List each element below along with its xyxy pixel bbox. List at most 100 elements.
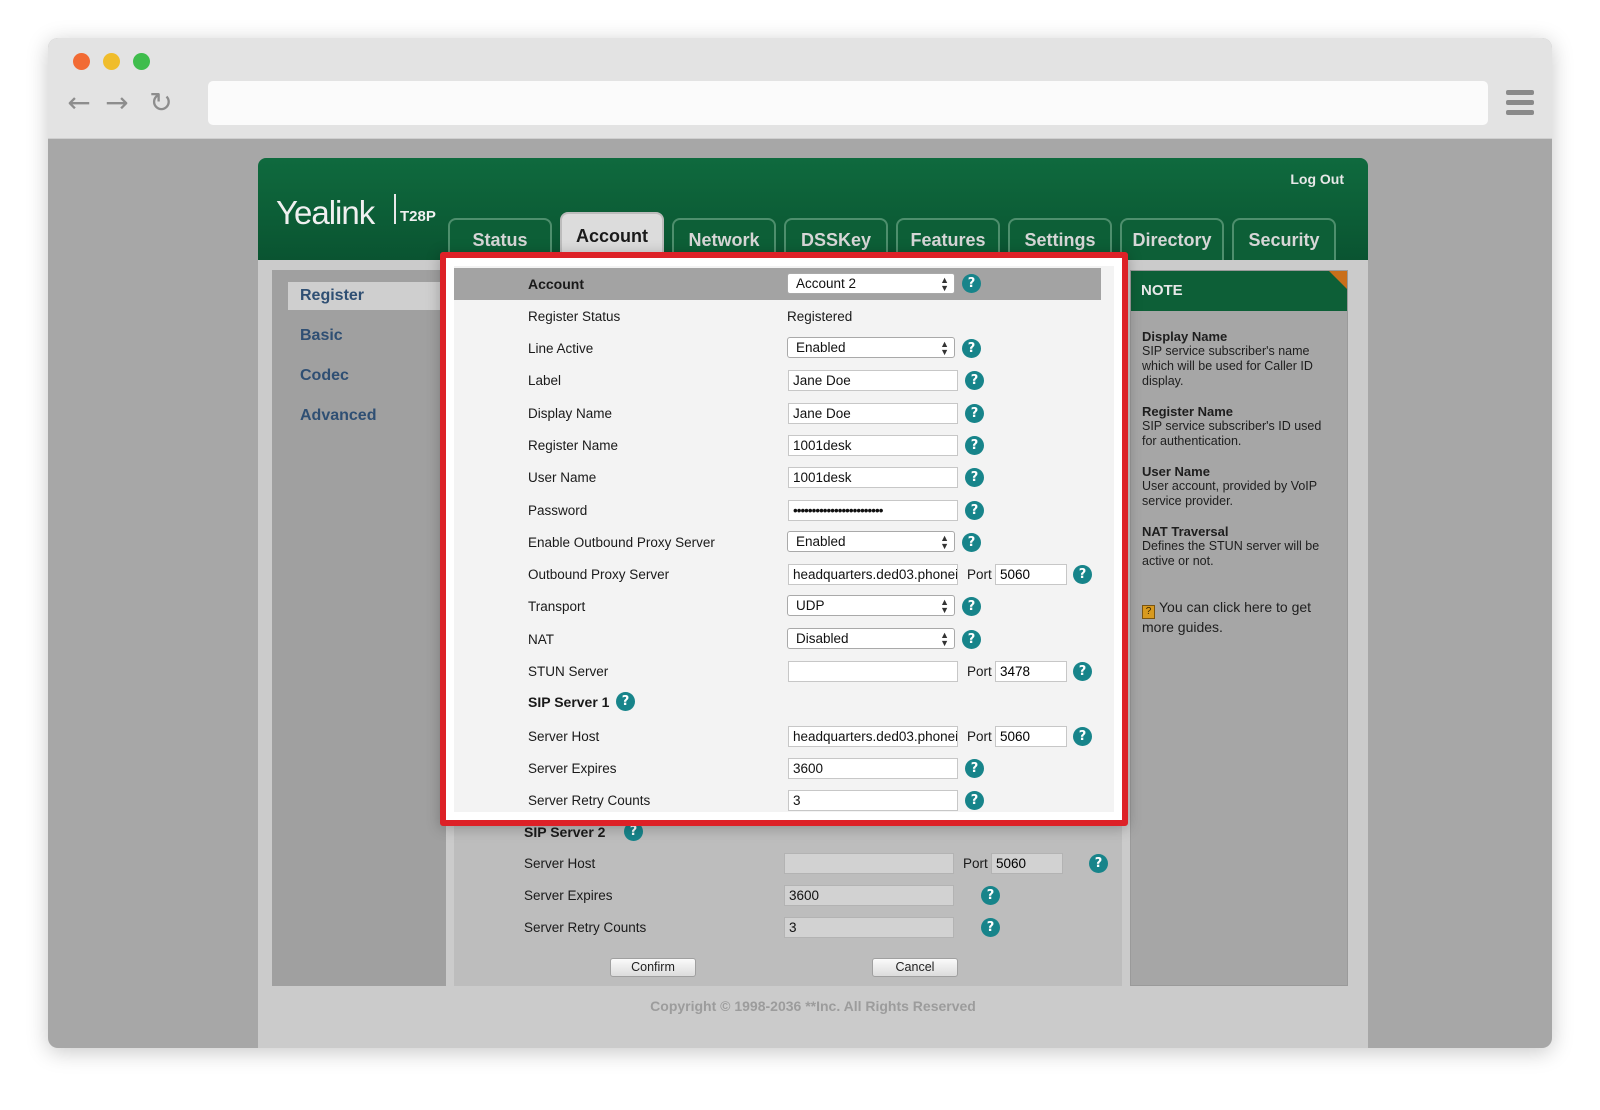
confirm-button[interactable]: Confirm xyxy=(610,958,696,977)
password-input[interactable]: •••••••••••••••••••••••• xyxy=(788,500,958,521)
sip1-port-label: Port xyxy=(967,729,992,744)
select-arrows-icon: ▲ ▼ xyxy=(940,275,949,293)
address-bar[interactable] xyxy=(208,81,1488,125)
sip2-host-input[interactable] xyxy=(784,853,954,874)
minimize-window-button[interactable] xyxy=(103,53,120,70)
sidebar-item-basic[interactable]: Basic xyxy=(288,322,448,350)
transport-select[interactable]: UDP ▲ ▼ xyxy=(787,595,955,616)
outbound-enable-select[interactable]: Enabled ▲ ▼ xyxy=(787,531,955,552)
sip-server-2-title: SIP Server 2 xyxy=(524,824,606,840)
help-icon[interactable]: ? xyxy=(1089,854,1108,873)
transport-label: Transport xyxy=(528,599,586,614)
outbound-enable-value: Enabled xyxy=(796,534,846,549)
nat-label: NAT xyxy=(528,632,554,647)
guide-book-icon: ? xyxy=(1142,605,1155,619)
nat-select[interactable]: Disabled ▲ ▼ xyxy=(787,628,955,649)
help-icon[interactable]: ? xyxy=(962,339,981,358)
note-entry-text: Defines the STUN server will be active o… xyxy=(1142,539,1320,568)
sip2-retry-label: Server Retry Counts xyxy=(524,920,647,935)
help-icon[interactable]: ? xyxy=(962,630,981,649)
line-active-select[interactable]: Enabled ▲ ▼ xyxy=(787,337,955,358)
close-window-button[interactable] xyxy=(73,53,90,70)
register-name-input[interactable]: 1001desk xyxy=(788,435,958,456)
note-fold-corner xyxy=(1329,271,1347,289)
note-title: NOTE xyxy=(1131,271,1347,311)
help-icon[interactable]: ? xyxy=(965,501,984,520)
register-status-label: Register Status xyxy=(528,309,621,324)
back-arrow-icon[interactable]: ← xyxy=(64,86,94,120)
help-icon[interactable]: ? xyxy=(1073,727,1092,746)
outbound-port-input[interactable]: 5060 xyxy=(995,564,1067,585)
help-icon[interactable]: ? xyxy=(965,468,984,487)
register-form: Account Account 2 ▲ ▼ ? Register Status Re… xyxy=(454,266,1114,812)
note-panel: NOTE Display Name SIP service subscriber… xyxy=(1130,270,1348,986)
select-arrows-icon: ▲ ▼ xyxy=(940,597,949,615)
sip2-port-input[interactable]: 5060 xyxy=(991,853,1063,874)
sip1-retry-label: Server Retry Counts xyxy=(528,793,651,808)
account-select-value: Account 2 xyxy=(796,276,857,291)
browser-chrome: ← → ↻ xyxy=(48,38,1552,139)
select-arrows-icon: ▲ ▼ xyxy=(940,533,949,551)
outbound-port-label: Port xyxy=(967,567,992,582)
label-input[interactable]: Jane Doe xyxy=(788,370,958,391)
help-icon[interactable]: ? xyxy=(962,533,981,552)
sip1-expires-input[interactable]: 3600 xyxy=(788,758,958,779)
sip1-host-input[interactable]: headquarters.ded03.phoneiq xyxy=(788,726,958,747)
brand-logo: Yealink xyxy=(276,194,375,231)
logout-link[interactable]: Log Out xyxy=(1290,171,1344,187)
copyright-footer: Copyright © 1998-2036 **Inc. All Rights … xyxy=(650,998,976,1014)
sidebar-item-register[interactable]: Register xyxy=(288,282,448,310)
help-icon[interactable]: ? xyxy=(1073,565,1092,584)
note-entry-title: Display Name xyxy=(1142,329,1228,344)
sip2-retry-input[interactable]: 3 xyxy=(784,917,954,938)
sip2-host-label: Server Host xyxy=(524,856,596,871)
help-icon[interactable]: ? xyxy=(962,274,981,293)
forward-arrow-icon[interactable]: → xyxy=(102,86,132,120)
sidebar-item-codec[interactable]: Codec xyxy=(288,362,448,390)
stun-label: STUN Server xyxy=(528,664,609,679)
sip1-retry-input[interactable]: 3 xyxy=(788,790,958,811)
help-icon[interactable]: ? xyxy=(965,791,984,810)
stun-port-input[interactable]: 3478 xyxy=(995,661,1067,682)
line-active-label: Line Active xyxy=(528,341,594,356)
transport-value: UDP xyxy=(796,598,825,613)
note-entry-text: User account, provided by VoIP service p… xyxy=(1142,479,1317,508)
register-name-label: Register Name xyxy=(528,438,619,453)
help-icon[interactable]: ? xyxy=(981,886,1000,905)
sip2-port-label: Port xyxy=(963,856,988,871)
help-icon[interactable]: ? xyxy=(965,436,984,455)
line-active-value: Enabled xyxy=(796,340,846,355)
display-name-input[interactable]: Jane Doe xyxy=(788,403,958,424)
note-entry-title: NAT Traversal xyxy=(1142,524,1229,539)
help-icon[interactable]: ? xyxy=(965,371,984,390)
guide-link[interactable]: ? You can click here to get more guides. xyxy=(1142,599,1338,636)
stun-input[interactable] xyxy=(788,661,958,682)
note-entry: Display Name SIP service subscriber's na… xyxy=(1142,329,1338,389)
help-icon[interactable]: ? xyxy=(1073,662,1092,681)
note-entry-title: Register Name xyxy=(1142,404,1234,419)
select-arrows-icon: ▲ ▼ xyxy=(940,339,949,357)
sidebar-item-advanced[interactable]: Advanced xyxy=(288,402,448,430)
sip-server-1-title: SIP Server 1 xyxy=(528,694,610,710)
highlighted-register-form: Account Account 2 ▲ ▼ ? Register Status Re… xyxy=(440,252,1128,826)
note-entry-text: SIP service subscriber's name which will… xyxy=(1142,344,1313,388)
tab-directory[interactable]: Directory xyxy=(1120,218,1224,260)
tab-security[interactable]: Security xyxy=(1232,218,1336,260)
account-select[interactable]: Account 2 ▲ ▼ xyxy=(787,273,955,294)
help-icon[interactable]: ? xyxy=(965,404,984,423)
sip2-expires-input[interactable]: 3600 xyxy=(784,885,954,906)
help-icon[interactable]: ? xyxy=(965,759,984,778)
outbound-server-input[interactable]: headquarters.ded03.phoneiq xyxy=(788,564,958,585)
help-icon[interactable]: ? xyxy=(981,918,1000,937)
sip1-port-input[interactable]: 5060 xyxy=(995,726,1067,747)
hamburger-menu-icon[interactable] xyxy=(1506,90,1534,116)
sidebar: Register Basic Codec Advanced xyxy=(272,270,448,986)
help-icon[interactable]: ? xyxy=(962,597,981,616)
user-name-input[interactable]: 1001desk xyxy=(788,467,958,488)
cancel-button[interactable]: Cancel xyxy=(872,958,958,977)
sip2-expires-label: Server Expires xyxy=(524,888,613,903)
reload-icon[interactable]: ↻ xyxy=(146,86,176,120)
note-entry: User Name User account, provided by VoIP… xyxy=(1142,464,1338,509)
maximize-window-button[interactable] xyxy=(133,53,150,70)
help-icon[interactable]: ? xyxy=(616,692,635,711)
